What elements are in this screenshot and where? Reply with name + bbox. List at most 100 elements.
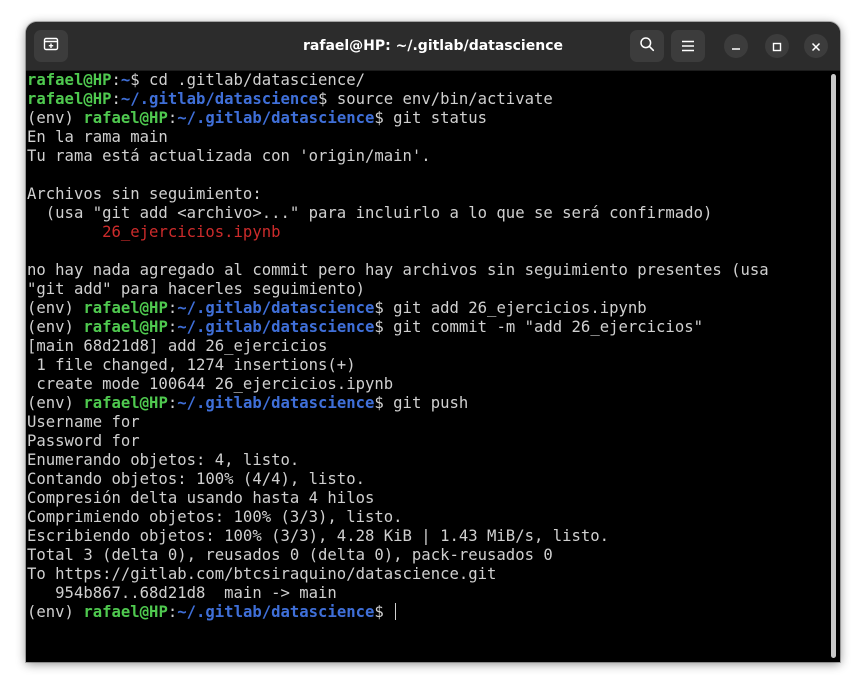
output-text: $ source env/bin/activate [318, 90, 553, 108]
output-text: $ [374, 603, 394, 621]
terminal-line: rafael@HP:~/.gitlab/datascience$ source … [27, 90, 827, 109]
terminal-line: (env) rafael@HP:~/.gitlab/datascience$ g… [27, 109, 827, 128]
terminal-line: 26_ejercicios.ipynb [27, 223, 827, 242]
text-cursor [395, 603, 397, 620]
output-text: Tu rama está actualizada con 'origin/mai… [27, 147, 431, 165]
maximize-icon [772, 37, 782, 56]
output-text: $ cd .gitlab/datascience/ [130, 71, 365, 89]
output-text: Password for [27, 432, 140, 450]
output-text: (env) [27, 318, 84, 336]
terminal-line: 1 file changed, 1274 insertions(+) [27, 356, 827, 375]
terminal-line: Comprimiendo objetos: 100% (3/3), listo. [27, 508, 827, 527]
terminal-line: [main 68d21d8] add 26_ejercicios [27, 337, 827, 356]
output-text: $ git commit -m "add 26_ejercicios" [374, 318, 703, 336]
terminal-line: Tu rama está actualizada con 'origin/mai… [27, 147, 827, 166]
output-text: $ git add 26_ejercicios.ipynb [374, 299, 647, 317]
output-text: Comprimiendo objetos: 100% (3/3), listo. [27, 508, 403, 526]
menu-button[interactable] [671, 30, 705, 62]
prompt-user-host: rafael@HP [83, 299, 168, 317]
terminal-output[interactable]: rafael@HP:~$ cd .gitlab/datascience/rafa… [26, 71, 827, 662]
new-tab-icon [43, 36, 59, 56]
output-text: 1 file changed, 1274 insertions(+) [27, 356, 356, 374]
prompt-user-host: rafael@HP [27, 90, 112, 108]
output-text: : [167, 318, 178, 336]
terminal-line: no hay nada agregado al commit pero hay … [27, 261, 827, 280]
output-text: : [167, 299, 178, 317]
output-text: [main 68d21d8] add 26_ejercicios [27, 337, 328, 355]
output-text: "git add" para hacerles seguimiento) [27, 280, 365, 298]
terminal-line: Compresión delta usando hasta 4 hilos [27, 489, 827, 508]
terminal-line: (env) rafael@HP:~/.gitlab/datascience$ g… [27, 299, 827, 318]
output-text: 954b867..68d21d8 main -> main [27, 584, 337, 602]
terminal-line: (env) rafael@HP:~/.gitlab/datascience$ [27, 603, 827, 622]
output-text: create mode 100644 26_ejercicios.ipynb [27, 375, 394, 393]
output-text: Archivos sin seguimiento: [27, 185, 262, 203]
prompt-user-host: rafael@HP [83, 603, 168, 621]
prompt-user-host: rafael@HP [27, 71, 112, 89]
terminal-line: rafael@HP:~$ cd .gitlab/datascience/ [27, 71, 827, 90]
prompt-path: ~/.gitlab/datascience [177, 603, 375, 621]
terminal-line: En la rama main [27, 128, 827, 147]
prompt-path: ~/.gitlab/datascience [120, 90, 319, 108]
terminal-line: Archivos sin seguimiento: [27, 185, 827, 204]
output-text: : [111, 71, 121, 89]
terminal-line: Username for [27, 413, 827, 432]
terminal-line: (env) rafael@HP:~/.gitlab/datascience$ g… [27, 318, 827, 337]
new-tab-button[interactable] [34, 30, 68, 62]
output-text: Enumerando objetos: 4, listo. [27, 451, 300, 469]
close-icon [811, 37, 821, 56]
output-text: Total 3 (delta 0), reusados 0 (delta 0),… [27, 546, 553, 564]
output-text: $ git push [374, 394, 469, 412]
output-text: (usa "git add <archivo>..." para incluir… [27, 204, 713, 222]
prompt-user-host: rafael@HP [83, 109, 168, 127]
search-button[interactable] [630, 30, 664, 62]
terminal-line: create mode 100644 26_ejercicios.ipynb [27, 375, 827, 394]
prompt-user-host: rafael@HP [83, 318, 168, 336]
output-text: (env) [27, 394, 84, 412]
prompt-path: ~/.gitlab/datascience [177, 318, 375, 336]
output-text: : [167, 603, 178, 621]
output-text: (env) [27, 603, 84, 621]
prompt-path: ~/.gitlab/datascience [177, 394, 375, 412]
search-icon [639, 36, 655, 56]
hamburger-menu-icon [681, 37, 695, 56]
untracked-file-name: 26_ejercicios.ipynb [102, 223, 281, 241]
window-title: rafael@HP: ~/.gitlab/datascience [303, 38, 563, 54]
terminal-line: (usa "git add <archivo>..." para incluir… [27, 204, 827, 223]
output-text: Compresión delta usando hasta 4 hilos [27, 489, 375, 507]
terminal-window: rafael@HP: ~/.gitlab/datascience rafael@… [26, 22, 840, 662]
output-text: (env) [27, 109, 84, 127]
output-text: Contando objetos: 100% (4/4), listo. [27, 470, 365, 488]
minimize-icon [731, 37, 741, 56]
terminal-line: Password for [27, 432, 827, 451]
prompt-path: ~/.gitlab/datascience [177, 109, 375, 127]
minimize-button[interactable] [724, 34, 748, 58]
close-button[interactable] [804, 34, 828, 58]
output-text: $ git status [374, 109, 488, 127]
title-bar[interactable]: rafael@HP: ~/.gitlab/datascience [26, 22, 840, 71]
terminal-line: Escribiendo objetos: 100% (3/3), 4.28 Ki… [27, 527, 827, 546]
terminal-line: 954b867..68d21d8 main -> main [27, 584, 827, 603]
terminal-line: "git add" para hacerles seguimiento) [27, 280, 827, 299]
output-text: Escribiendo objetos: 100% (3/3), 4.28 Ki… [27, 527, 610, 545]
output-text: : [167, 394, 178, 412]
scrollbar[interactable] [831, 74, 836, 658]
output-text: To https://gitlab.com/btcsiraquino/datas… [27, 565, 497, 583]
prompt-path: ~/.gitlab/datascience [177, 299, 375, 317]
prompt-path: ~ [120, 71, 131, 89]
maximize-button[interactable] [765, 34, 789, 58]
output-text: Username for [27, 413, 140, 431]
output-text: no hay nada agregado al commit pero hay … [27, 261, 769, 279]
output-text: En la rama main [27, 128, 168, 146]
output-text: (env) [27, 299, 84, 317]
prompt-user-host: rafael@HP [83, 394, 168, 412]
terminal-line: Total 3 (delta 0), reusados 0 (delta 0),… [27, 546, 827, 565]
terminal-line: (env) rafael@HP:~/.gitlab/datascience$ g… [27, 394, 827, 413]
output-text: : [167, 109, 178, 127]
terminal-line: To https://gitlab.com/btcsiraquino/datas… [27, 565, 827, 584]
terminal-line: Enumerando objetos: 4, listo. [27, 451, 827, 470]
output-text: : [111, 90, 121, 108]
